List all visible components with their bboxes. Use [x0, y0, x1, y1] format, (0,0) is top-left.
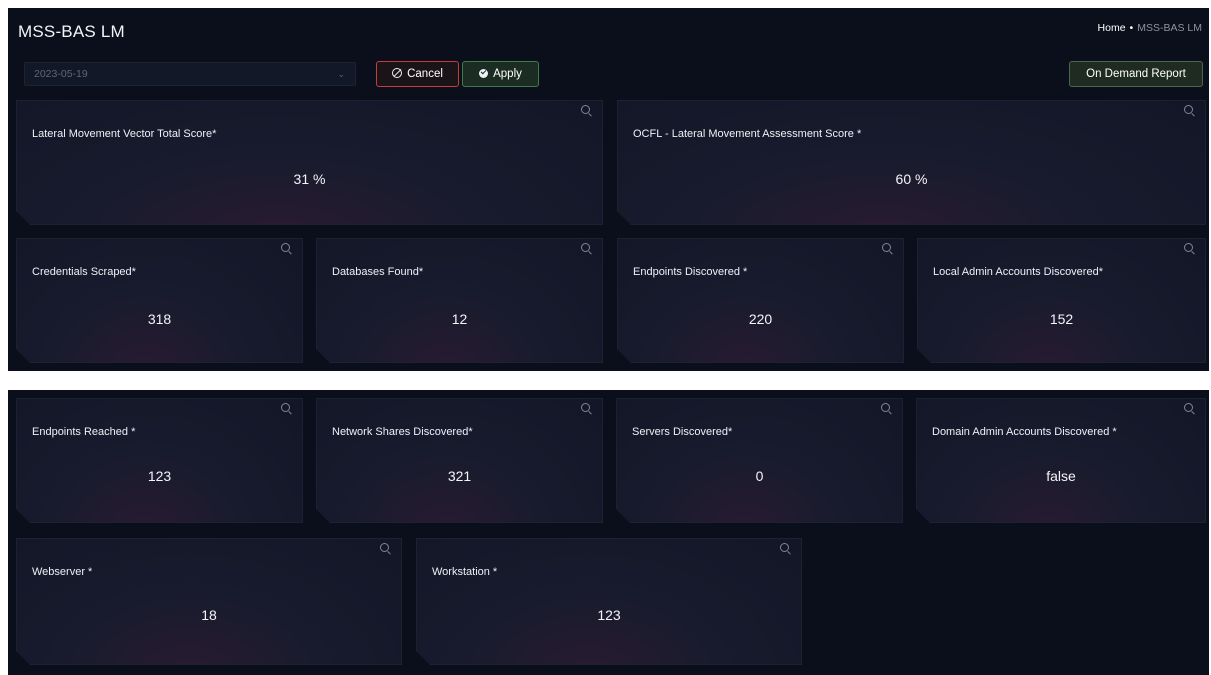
kpi-title: Databases Found*: [332, 266, 424, 278]
kpi-value: 60 %: [895, 171, 928, 187]
kpi-title: Webserver *: [32, 566, 93, 578]
kpi-value: 18: [201, 607, 217, 623]
kpi-title: Servers Discovered*: [632, 426, 733, 438]
dashboard-panel-top: MSS-BAS LM Home • MSS-BAS LM 2023-05-19 ⌄ …: [8, 8, 1209, 371]
on-demand-report-button[interactable]: On Demand Report: [1069, 61, 1203, 87]
search-icon[interactable]: [581, 105, 590, 114]
kpi-card: OCFL - Lateral Movement Assessment Score…: [617, 100, 1206, 225]
search-icon[interactable]: [281, 403, 290, 412]
kpi-card: Servers Discovered* 0: [616, 398, 903, 523]
kpi-card: Local Admin Accounts Discovered* 152: [917, 238, 1206, 363]
kpi-card: Webserver * 18: [16, 538, 402, 665]
chevron-down-icon: ⌄: [337, 69, 345, 79]
kpi-value: 123: [597, 607, 621, 623]
dashboard-panel-bottom: Endpoints Reached * 123 Network Shares D…: [8, 390, 1209, 675]
breadcrumb-home-link[interactable]: Home: [1098, 22, 1126, 34]
kpi-card: Endpoints Reached * 123: [16, 398, 303, 523]
kpi-value: 321: [447, 468, 472, 484]
kpi-card: Workstation * 123: [416, 538, 802, 665]
breadcrumb-separator: •: [1129, 22, 1134, 34]
kpi-title: Workstation *: [432, 566, 498, 578]
kpi-title: Domain Admin Accounts Discovered *: [932, 426, 1117, 438]
kpi-card: Endpoints Discovered * 220: [617, 238, 904, 363]
search-icon[interactable]: [780, 543, 789, 552]
ban-icon: [392, 68, 403, 78]
date-select[interactable]: 2023-05-19 ⌄: [24, 62, 356, 86]
breadcrumb: Home • MSS-BAS LM: [1098, 22, 1202, 34]
page-title: MSS-BAS LM: [18, 22, 125, 41]
kpi-title: OCFL - Lateral Movement Assessment Score…: [633, 128, 862, 140]
kpi-title: Network Shares Discovered*: [332, 426, 473, 438]
kpi-value: false: [1046, 468, 1076, 484]
kpi-value: 123: [147, 468, 172, 484]
search-icon[interactable]: [380, 543, 389, 552]
kpi-value: 12: [451, 311, 468, 327]
check-circle-icon: [479, 69, 489, 78]
search-icon[interactable]: [581, 243, 590, 252]
cancel-button[interactable]: Cancel: [376, 61, 459, 87]
kpi-card: Databases Found* 12: [316, 238, 603, 363]
kpi-card: Network Shares Discovered* 321: [316, 398, 603, 523]
search-icon[interactable]: [1184, 105, 1193, 114]
search-icon[interactable]: [881, 403, 890, 412]
search-icon[interactable]: [1184, 403, 1193, 412]
kpi-title: Local Admin Accounts Discovered*: [933, 266, 1103, 278]
search-icon[interactable]: [882, 243, 891, 252]
kpi-value: 220: [748, 311, 773, 327]
kpi-title: Endpoints Reached *: [32, 426, 136, 438]
date-select-value: 2023-05-19: [34, 68, 88, 80]
cancel-label: Cancel: [407, 68, 443, 80]
apply-label: Apply: [493, 68, 522, 80]
kpi-card: Credentials Scraped* 318: [16, 238, 303, 363]
breadcrumb-current: MSS-BAS LM: [1137, 22, 1202, 34]
search-icon[interactable]: [1184, 243, 1193, 252]
kpi-value: 318: [147, 311, 172, 327]
apply-button[interactable]: Apply: [462, 61, 539, 87]
kpi-title: Endpoints Discovered *: [633, 266, 748, 278]
kpi-title: Lateral Movement Vector Total Score*: [32, 128, 217, 140]
search-icon[interactable]: [581, 403, 590, 412]
kpi-value: 31 %: [293, 171, 326, 187]
kpi-value: 0: [755, 468, 764, 484]
kpi-card: Domain Admin Accounts Discovered * false: [916, 398, 1206, 523]
search-icon[interactable]: [281, 243, 290, 252]
kpi-card: Lateral Movement Vector Total Score* 31 …: [16, 100, 603, 225]
kpi-title: Credentials Scraped*: [32, 266, 136, 278]
kpi-value: 152: [1049, 311, 1074, 327]
